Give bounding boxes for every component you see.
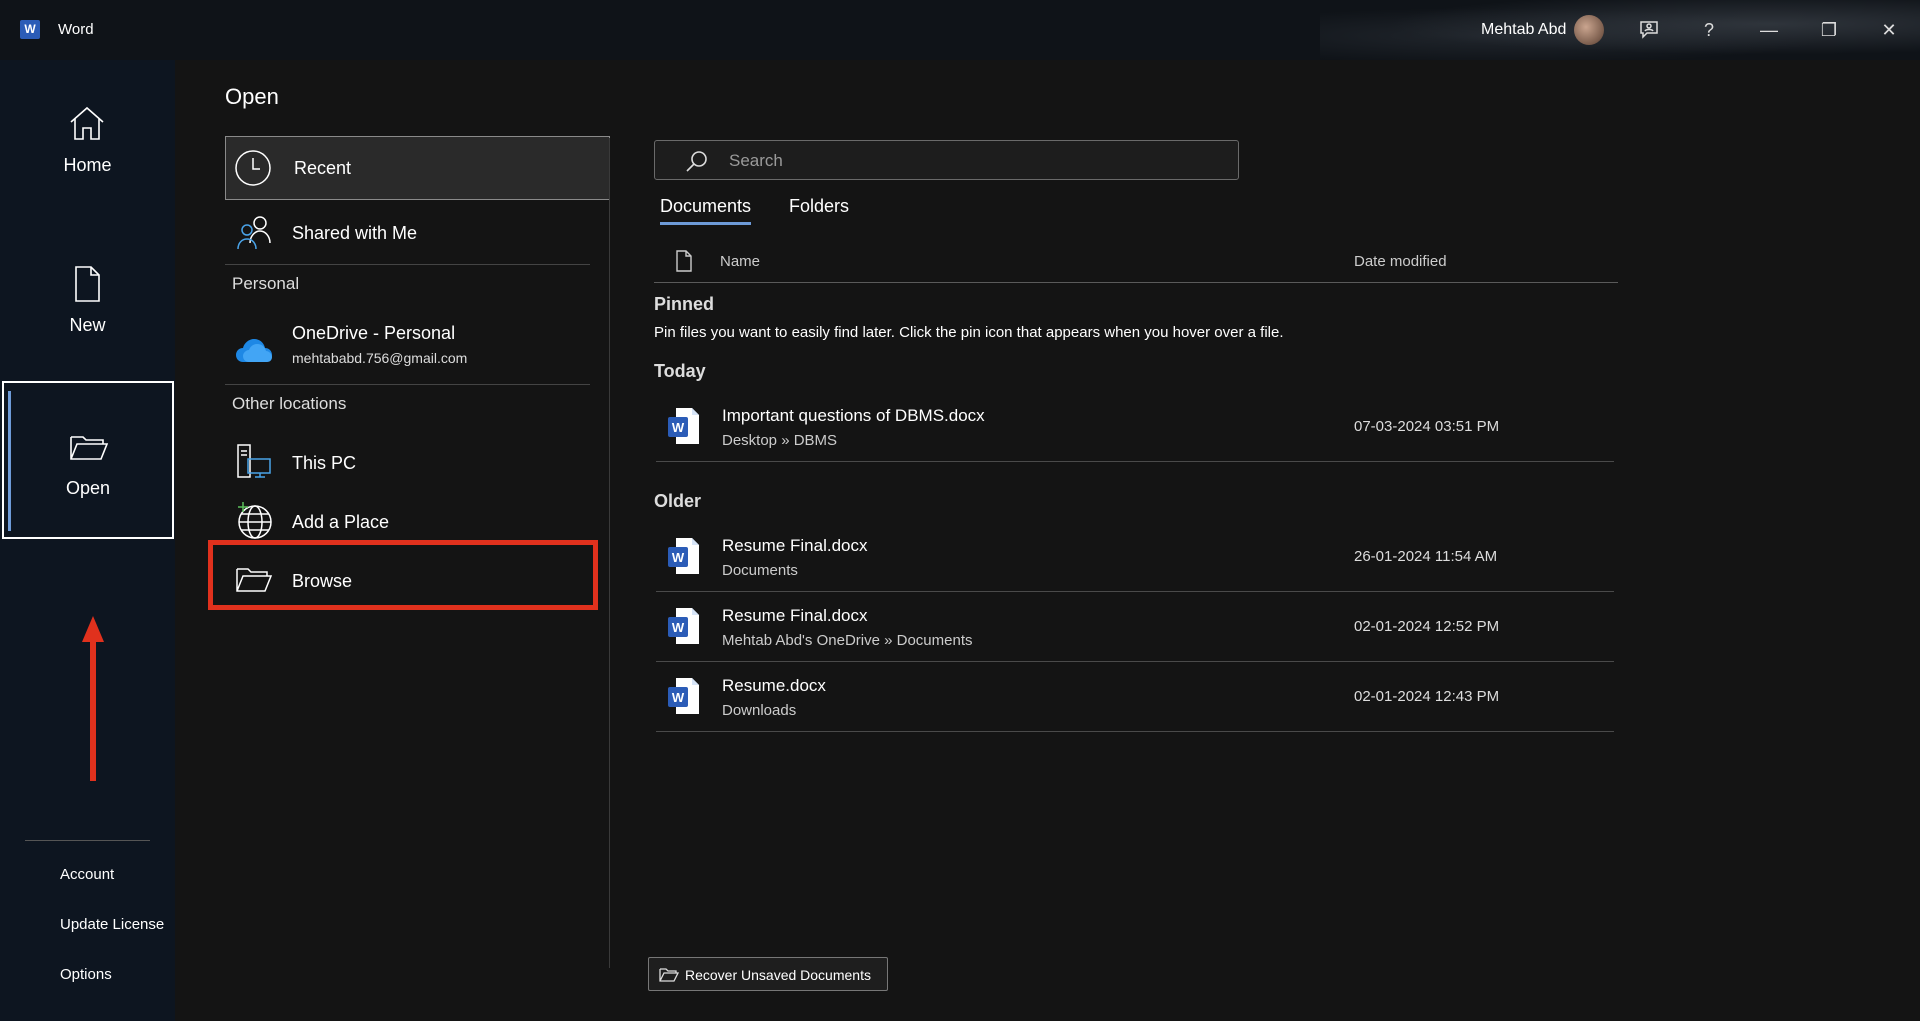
annotation-highlight-box (208, 540, 598, 610)
file-row[interactable]: W Resume Final.docx Documents 26-01-2024… (656, 522, 1614, 592)
file-row[interactable]: W Resume Final.docx Mehtab Abd's OneDriv… (656, 592, 1614, 662)
file-name: Resume.docx (722, 676, 826, 695)
location-add-place-label: Add a Place (292, 511, 390, 532)
folder-open-icon (70, 436, 109, 460)
globe-icon (238, 502, 272, 539)
backstage-nav: Home New Open Account Update License Opt… (0, 60, 175, 1021)
word-document-icon: W (668, 408, 699, 444)
nav-open[interactable]: Open (2, 381, 174, 539)
header-divider (654, 282, 1618, 283)
feedback-icon (1640, 21, 1658, 39)
new-document-icon (75, 266, 100, 302)
recover-unsaved-label: Recover Unsaved Documents (685, 967, 871, 983)
location-recent[interactable]: Recent (225, 136, 610, 200)
location-shared[interactable]: Shared with Me (225, 201, 610, 265)
user-name[interactable]: Mehtab Abd (1481, 21, 1566, 39)
nav-account[interactable]: Account (60, 866, 114, 883)
file-name: Important questions of DBMS.docx (722, 406, 985, 425)
file-date: 02-01-2024 12:52 PM (1354, 618, 1500, 635)
nav-new-label: New (69, 315, 106, 335)
file-date: 07-03-2024 03:51 PM (1354, 418, 1500, 435)
panel-divider (609, 138, 610, 968)
annotation-arrow (82, 616, 104, 781)
location-shared-label: Shared with Me (292, 222, 418, 243)
avatar[interactable] (1574, 15, 1604, 45)
location-this-pc-label: This PC (292, 452, 357, 473)
help-button[interactable]: ? (1693, 14, 1725, 46)
location-recent-label: Recent (294, 157, 352, 178)
group-pinned: Pinned (654, 294, 715, 314)
tab-documents[interactable]: Documents (660, 196, 752, 225)
nav-divider (25, 840, 150, 841)
column-date-modified[interactable]: Date modified (1354, 253, 1447, 270)
folder-open-icon (659, 968, 679, 982)
cloud-icon (236, 339, 272, 362)
divider (225, 384, 590, 385)
svg-text:W: W (672, 420, 685, 435)
location-onedrive-label: OneDrive - Personal (292, 323, 456, 343)
location-onedrive[interactable]: OneDrive - Personal mehtababd.756@gmail.… (225, 314, 610, 384)
clock-icon (235, 150, 271, 186)
home-icon (70, 106, 104, 140)
file-row[interactable]: W Important questions of DBMS.docx Deskt… (656, 392, 1614, 462)
file-path: Downloads (722, 702, 797, 719)
file-name: Resume Final.docx (722, 606, 868, 625)
file-date: 02-01-2024 12:43 PM (1354, 688, 1500, 705)
divider (225, 264, 590, 265)
recover-unsaved-button[interactable]: Recover Unsaved Documents (648, 957, 888, 991)
pinned-description: Pin files you want to easily find later.… (654, 324, 1284, 341)
svg-text:W: W (672, 550, 685, 565)
nav-home[interactable]: Home (0, 60, 175, 218)
file-row[interactable]: W Resume.docx Downloads 02-01-2024 12:43… (656, 662, 1614, 732)
word-icon: W (20, 20, 40, 39)
section-personal: Personal (232, 274, 300, 293)
tab-folders[interactable]: Folders (789, 196, 849, 217)
file-path: Desktop » DBMS (722, 432, 838, 449)
search-icon (686, 151, 707, 172)
file-name: Resume Final.docx (722, 536, 868, 555)
group-today: Today (654, 361, 706, 381)
section-other-locations: Other locations (232, 394, 347, 413)
nav-new[interactable]: New (0, 220, 175, 378)
svg-text:W: W (672, 620, 685, 635)
column-name[interactable]: Name (720, 253, 760, 270)
location-this-pc[interactable]: This PC (225, 431, 610, 495)
app-title: Word (58, 21, 94, 38)
people-icon (237, 216, 271, 250)
nav-options[interactable]: Options (60, 966, 112, 983)
feedback-button[interactable] (1633, 14, 1665, 46)
search-input[interactable]: Search (654, 140, 1239, 180)
restore-button[interactable]: ❐ (1813, 14, 1845, 46)
word-document-icon: W (668, 608, 699, 644)
word-document-icon: W (668, 678, 699, 714)
nav-update-license[interactable]: Update License (60, 916, 164, 933)
file-path: Mehtab Abd's OneDrive » Documents (722, 632, 973, 649)
nav-home-label: Home (63, 155, 112, 175)
file-path: Documents (722, 562, 798, 579)
page-title: Open (225, 84, 279, 109)
word-document-icon: W (668, 538, 699, 574)
file-type-icon (676, 250, 692, 272)
title-bar: W Word Mehtab Abd ? — ❐ ✕ (0, 0, 1920, 60)
onedrive-email: mehtababd.756@gmail.com (292, 350, 468, 366)
computer-icon (237, 444, 271, 478)
svg-text:W: W (672, 690, 685, 705)
search-placeholder: Search (729, 151, 783, 170)
group-older: Older (654, 491, 702, 511)
minimize-button[interactable]: — (1753, 14, 1785, 46)
file-date: 26-01-2024 11:54 AM (1354, 548, 1498, 565)
nav-open-label: Open (65, 478, 111, 498)
close-button[interactable]: ✕ (1873, 14, 1905, 46)
